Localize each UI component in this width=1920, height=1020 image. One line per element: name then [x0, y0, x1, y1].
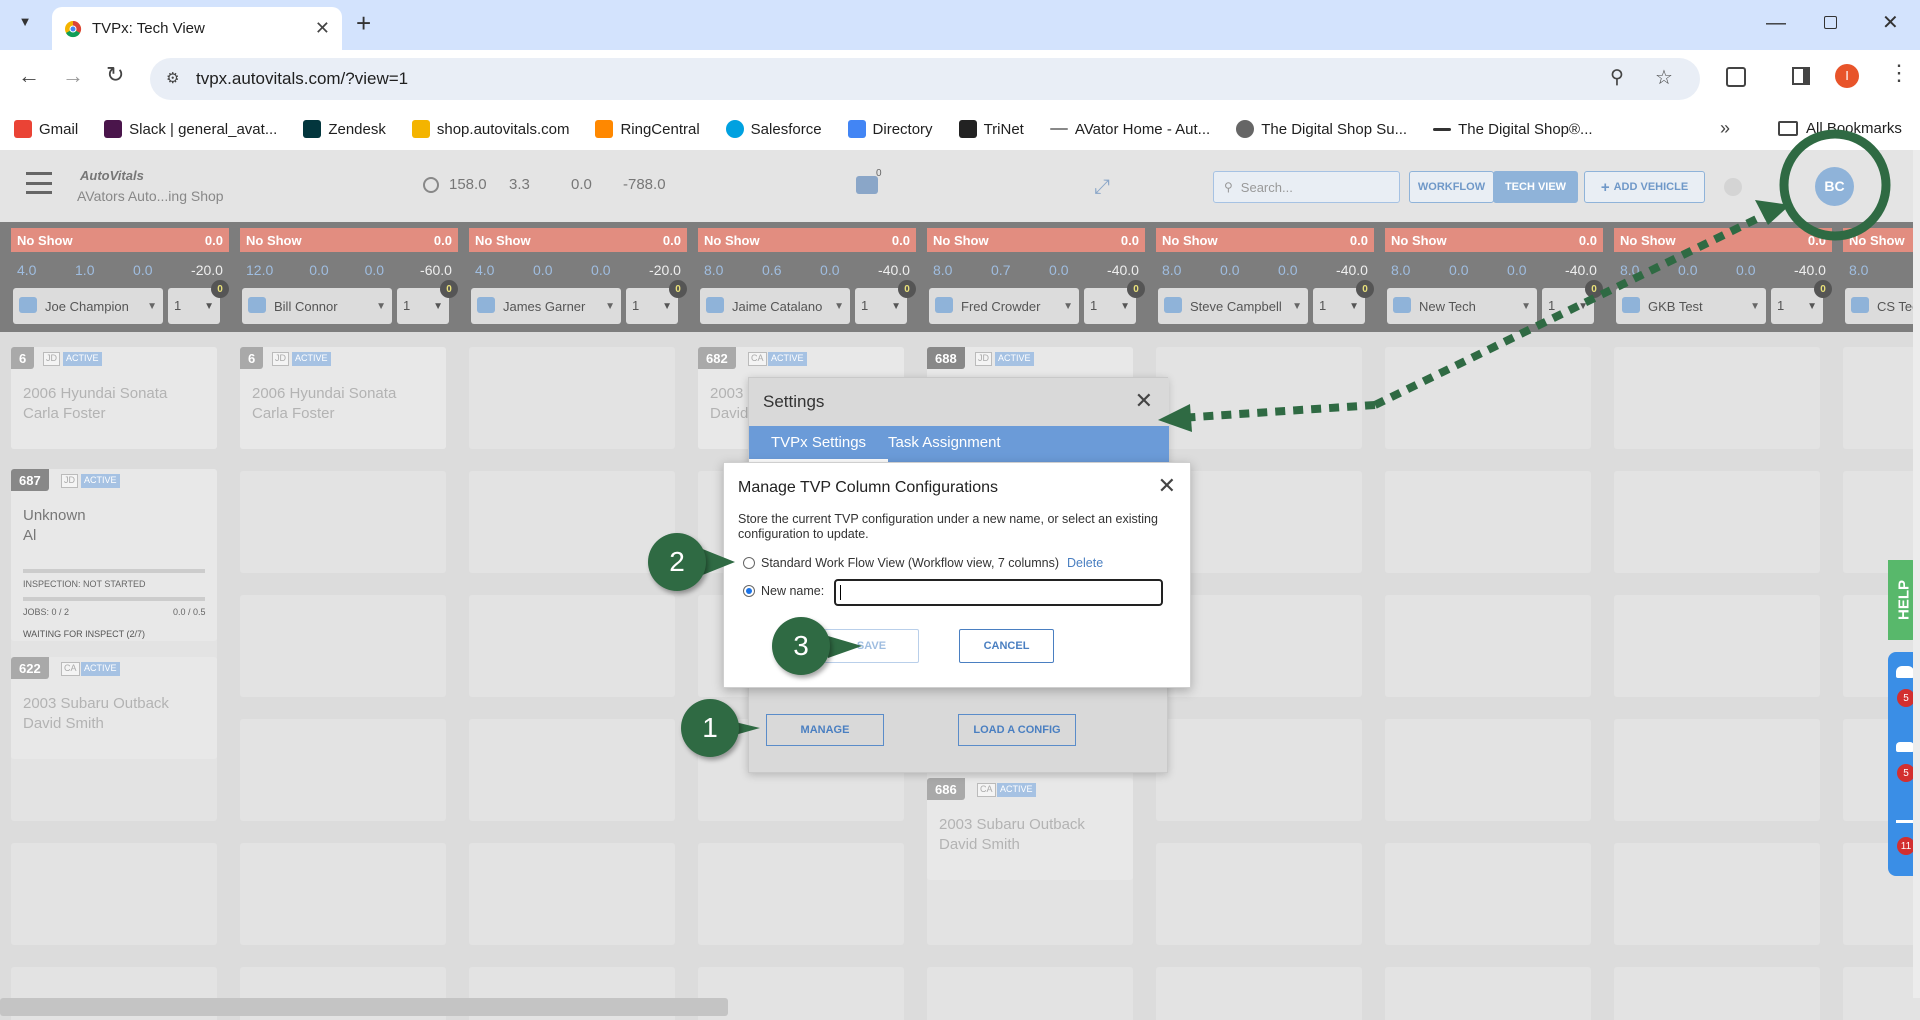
callout-pointer-3: [828, 636, 862, 658]
callout-2: 2: [648, 533, 706, 591]
arrow-head-settings: [1158, 404, 1192, 432]
people-icon[interactable]: [1896, 666, 1914, 678]
annotation-arrow: [700, 129, 1891, 742]
callout-3: 3: [772, 617, 830, 675]
arrow-to-avatar: [1373, 206, 1777, 409]
vertical-scrollbar[interactable]: [1913, 150, 1920, 998]
arrow-to-settings: [1179, 401, 1376, 422]
car-icon[interactable]: [1896, 742, 1914, 752]
avatar-highlight-circle: [1779, 129, 1891, 241]
callout-1: 1: [681, 699, 739, 757]
activity-icon[interactable]: [1896, 820, 1914, 823]
